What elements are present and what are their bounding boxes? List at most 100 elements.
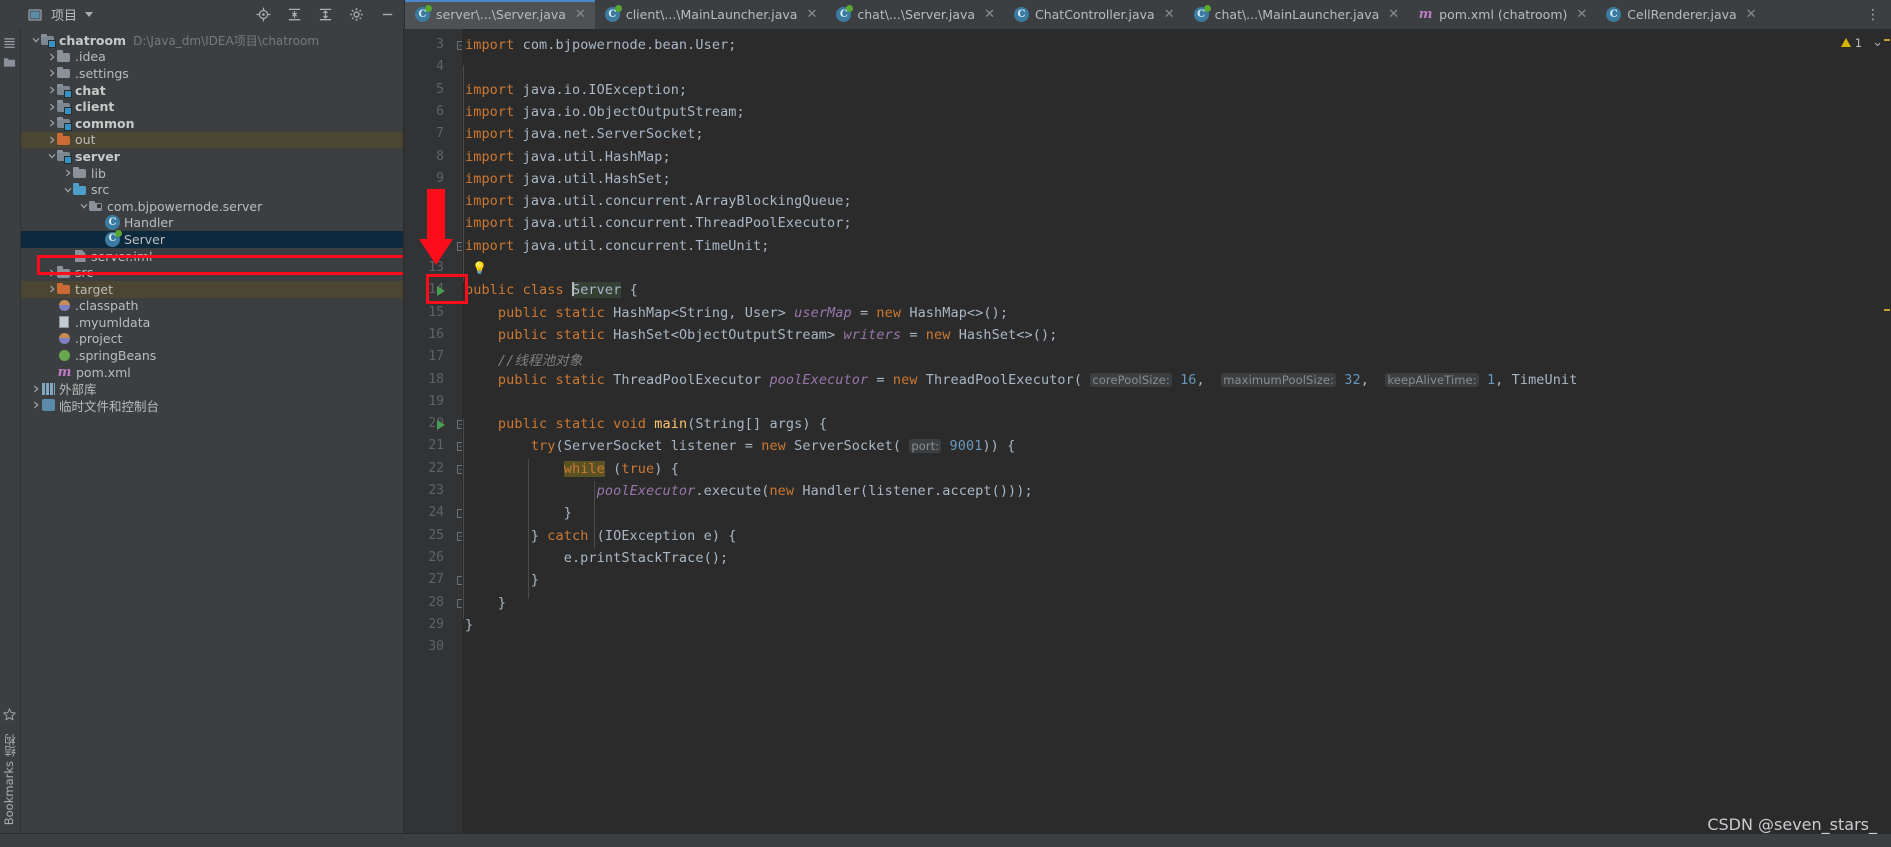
inspection-widget[interactable]: 1 ⌄: [1840, 35, 1883, 50]
tree-node-src[interactable]: src: [21, 264, 403, 281]
code-line[interactable]: }: [465, 572, 539, 588]
code-line[interactable]: public class Server {: [465, 282, 638, 299]
chevron-down-icon[interactable]: ⌄: [1872, 35, 1883, 50]
editor-tab-chat-server-java[interactable]: C chat\...\Server.java ✕: [826, 0, 1004, 29]
project-tree[interactable]: chatroom D:\Java_dm\IDEA项目\chatroom .idea.…: [21, 29, 404, 833]
code-line[interactable]: import java.util.HashMap;: [465, 149, 671, 165]
tree-expander-icon[interactable]: [30, 385, 41, 393]
tree-node-pom-xml[interactable]: m pom.xml: [21, 364, 403, 381]
code-line[interactable]: public static HashMap<String, User> user…: [465, 305, 1008, 321]
close-icon[interactable]: ✕: [1746, 8, 1757, 21]
tree-node-server-iml[interactable]: server.iml: [21, 248, 403, 265]
tree-node-server[interactable]: C Server: [21, 229, 403, 248]
tree-node-chatroom[interactable]: chatroom D:\Java_dm\IDEA项目\chatroom: [21, 32, 403, 49]
tree-node-common[interactable]: common: [21, 115, 403, 132]
editor-scrollbar[interactable]: [1880, 29, 1891, 833]
code-line[interactable]: import java.util.concurrent.TimeUnit;: [465, 238, 769, 254]
tree-node-lib[interactable]: lib: [21, 165, 403, 182]
gutter-run-icon[interactable]: [437, 420, 445, 431]
structure-tool-icon[interactable]: [3, 35, 16, 54]
code-line[interactable]: public static void main(String[] args) {: [465, 416, 827, 432]
code-line[interactable]: //线程池对象: [465, 349, 582, 369]
tree-node-临时文件和控制台[interactable]: 临时文件和控制台: [21, 397, 403, 414]
tree-expander-icon[interactable]: [46, 119, 57, 127]
code-text-area[interactable]: import com.bjpowernode.bean.User; import …: [462, 29, 1891, 833]
locate-icon[interactable]: [252, 4, 274, 26]
intention-bulb-icon[interactable]: 💡: [472, 261, 487, 275]
tree-expander-icon[interactable]: [62, 186, 73, 194]
folder-rail-icon[interactable]: [3, 53, 16, 72]
chevron-down-icon[interactable]: [85, 12, 94, 17]
tree-node--settings[interactable]: .settings: [21, 65, 403, 82]
close-icon[interactable]: ✕: [1164, 8, 1175, 21]
editor-tab-chat-mainlauncher-java[interactable]: C chat\...\MainLauncher.java ✕: [1183, 0, 1409, 29]
bookmark-star-icon[interactable]: [2, 706, 17, 725]
tree-node-handler[interactable]: C Handler: [21, 215, 403, 232]
tree-node-src[interactable]: src: [21, 181, 403, 198]
code-line[interactable]: poolExecutor.execute(new Handler(listene…: [465, 483, 1033, 499]
code-line[interactable]: public static HashSet<ObjectOutputStream…: [465, 327, 1057, 343]
tree-node--myumldata[interactable]: .myumldata: [21, 314, 403, 331]
settings-gear-icon[interactable]: [345, 4, 367, 26]
tree-expander-icon[interactable]: [46, 103, 57, 111]
tree-node--idea[interactable]: .idea: [21, 49, 403, 66]
code-line[interactable]: try(ServerSocket listener = new ServerSo…: [465, 438, 1015, 454]
tree-node--project[interactable]: .project: [21, 331, 403, 348]
tree-expander-icon[interactable]: [46, 136, 57, 144]
expand-all-icon[interactable]: [314, 4, 336, 26]
tree-expander-icon[interactable]: [62, 169, 73, 177]
tab-list-overflow-icon[interactable]: ⋮: [1856, 0, 1891, 29]
collapse-all-icon[interactable]: [283, 4, 305, 26]
close-icon[interactable]: ✕: [984, 8, 995, 21]
tree-expander-icon[interactable]: [30, 401, 41, 409]
bookmarks-rail-label[interactable]: Bookmarks: [2, 761, 16, 825]
code-line[interactable]: e.printStackTrace();: [465, 550, 728, 566]
code-line[interactable]: public static ThreadPoolExecutor poolExe…: [465, 372, 1577, 388]
code-line[interactable]: import java.util.HashSet;: [465, 171, 671, 187]
tree-node-外部库[interactable]: 外部库: [21, 380, 403, 397]
editor-gutter[interactable]: 3−456789101112−1314151617181920−21−22−23…: [404, 29, 466, 833]
tree-expander-icon[interactable]: [46, 285, 57, 293]
tree-expander-icon[interactable]: [46, 152, 57, 160]
tree-node--springbeans[interactable]: .springBeans: [21, 347, 403, 364]
structure-rail-label[interactable]: 结构: [2, 734, 18, 757]
code-line[interactable]: while (true) {: [465, 460, 679, 477]
tree-node-chat[interactable]: chat: [21, 82, 403, 99]
code-line[interactable]: import java.util.concurrent.ThreadPoolEx…: [465, 215, 852, 231]
tree-node-out[interactable]: out: [21, 131, 403, 149]
editor-tab-pom-xml[interactable]: m pom.xml (chatroom) ✕: [1408, 0, 1597, 29]
code-line[interactable]: } catch (IOException e) {: [465, 528, 737, 544]
close-icon[interactable]: ✕: [806, 8, 817, 21]
tree-node-com-bjpowernode-server[interactable]: com.bjpowernode.server: [21, 198, 403, 215]
close-icon[interactable]: ✕: [1576, 8, 1587, 21]
code-line[interactable]: import java.util.concurrent.ArrayBlockin…: [465, 193, 852, 209]
editor-tab-chatcontroller-java[interactable]: C ChatController.java ✕: [1003, 0, 1184, 29]
tree-expander-icon[interactable]: [46, 69, 57, 77]
close-icon[interactable]: ✕: [1388, 8, 1399, 21]
close-icon[interactable]: ✕: [575, 8, 586, 21]
code-line[interactable]: }: [465, 617, 473, 633]
hide-tool-window-icon[interactable]: [376, 4, 398, 26]
project-view-icon[interactable]: [24, 4, 46, 26]
tree-node-client[interactable]: client: [21, 98, 403, 115]
code-line[interactable]: import java.io.ObjectOutputStream;: [465, 104, 745, 120]
tree-expander-icon[interactable]: [30, 36, 41, 44]
code-line[interactable]: }: [465, 505, 572, 521]
tree-node-label: .settings: [75, 65, 129, 81]
tree-node-target[interactable]: target: [21, 280, 403, 298]
editor-tab-client-mainlauncher-java[interactable]: C client\...\MainLauncher.java ✕: [594, 0, 827, 29]
code-line[interactable]: import java.net.ServerSocket;: [465, 126, 704, 142]
tree-expander-icon[interactable]: [78, 202, 89, 210]
code-line[interactable]: }: [465, 595, 506, 611]
tree-node--classpath[interactable]: .classpath: [21, 298, 403, 315]
code-editor[interactable]: 3−456789101112−1314151617181920−21−22−23…: [404, 29, 1891, 833]
code-line[interactable]: import java.io.IOException;: [465, 82, 687, 98]
tree-node-server[interactable]: server: [21, 148, 403, 165]
code-line[interactable]: import com.bjpowernode.bean.User;: [465, 37, 737, 53]
tree-expander-icon[interactable]: [46, 86, 57, 94]
gutter-run-icon[interactable]: [437, 286, 445, 297]
tree-expander-icon[interactable]: [46, 269, 57, 277]
editor-tab-cellrenderer-java[interactable]: C CellRenderer.java ✕: [1596, 0, 1766, 29]
tree-expander-icon[interactable]: [46, 53, 57, 61]
editor-tab-server-java[interactable]: C server\...\Server.java ✕: [405, 0, 595, 29]
